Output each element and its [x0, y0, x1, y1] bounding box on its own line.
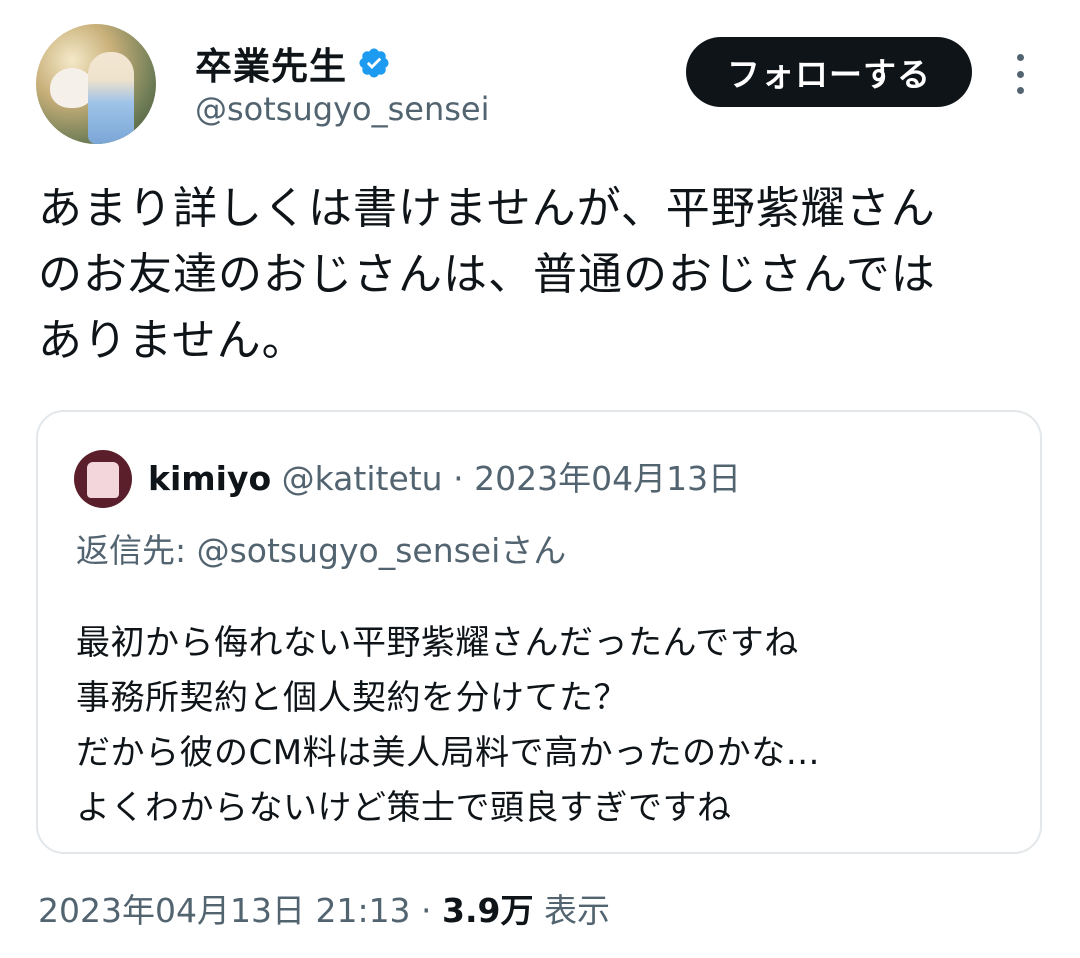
reply-to-line: 返信先: @sotsugyo_senseiさん — [76, 531, 567, 570]
more-dot — [1016, 54, 1024, 61]
avatar-person-shape — [88, 52, 134, 144]
header-separator: · — [442, 459, 475, 498]
tweet-line: ありません。 — [38, 315, 307, 366]
quoted-tweet-date[interactable]: 2023年04月13日 — [474, 459, 741, 498]
quoted-author-name[interactable]: kimiyo — [148, 459, 271, 498]
quoted-line: よくわからないけど策士で頭良すぎですね — [76, 788, 732, 828]
footer-separator: · — [410, 891, 443, 930]
tweet-footer: 2023年04月13日 21:13 · 3.9万 表示 — [38, 884, 610, 932]
quoted-tweet-card[interactable]: kimiyo @katitetu · 2023年04月13日 返信先: @sot… — [36, 410, 1042, 854]
follow-button[interactable]: フォローする — [686, 37, 972, 107]
avatar-shirt-shape — [87, 462, 119, 498]
quoted-line: だから彼のCM料は美人局料で高かったのかな… — [76, 733, 821, 773]
views-label[interactable]: 表示 — [534, 891, 610, 930]
tweet-timestamp[interactable]: 2023年04月13日 21:13 — [38, 891, 411, 930]
tweet-body: あまり詳しくは書けませんが、平野紫耀さん のお友達のおじさんは、普通のおじさんで… — [38, 176, 1048, 374]
more-dot — [1016, 70, 1024, 78]
tweet-line: あまり詳しくは書けませんが、平野紫耀さん — [38, 183, 936, 234]
verified-badge-icon — [359, 48, 389, 78]
author-name-row[interactable]: 卒業先生 — [195, 36, 391, 90]
author-display-name[interactable]: 卒業先生 — [195, 36, 347, 90]
quoted-line: 最初から侮れない平野紫耀さんだったんですね — [76, 623, 799, 663]
quoted-author-avatar[interactable] — [74, 450, 132, 508]
more-vertical-icon[interactable] — [1008, 54, 1032, 94]
quoted-tweet-header: kimiyo @katitetu · 2023年04月13日 — [148, 452, 741, 500]
more-dot — [1016, 87, 1024, 94]
quoted-author-handle[interactable]: @katitetu — [282, 459, 443, 498]
author-avatar[interactable] — [36, 24, 156, 144]
tweet-line: のお友達のおじさんは、普通のおじさんでは — [38, 249, 936, 300]
quoted-line: 事務所契約と個人契約を分けてた？ — [76, 678, 628, 718]
views-count[interactable]: 3.9万 — [442, 891, 533, 930]
author-handle[interactable]: @sotsugyo_sensei — [195, 90, 489, 128]
quoted-tweet-body: 最初から侮れない平野紫耀さんだったんですね 事務所契約と個人契約を分けてた？ だ… — [76, 616, 820, 836]
